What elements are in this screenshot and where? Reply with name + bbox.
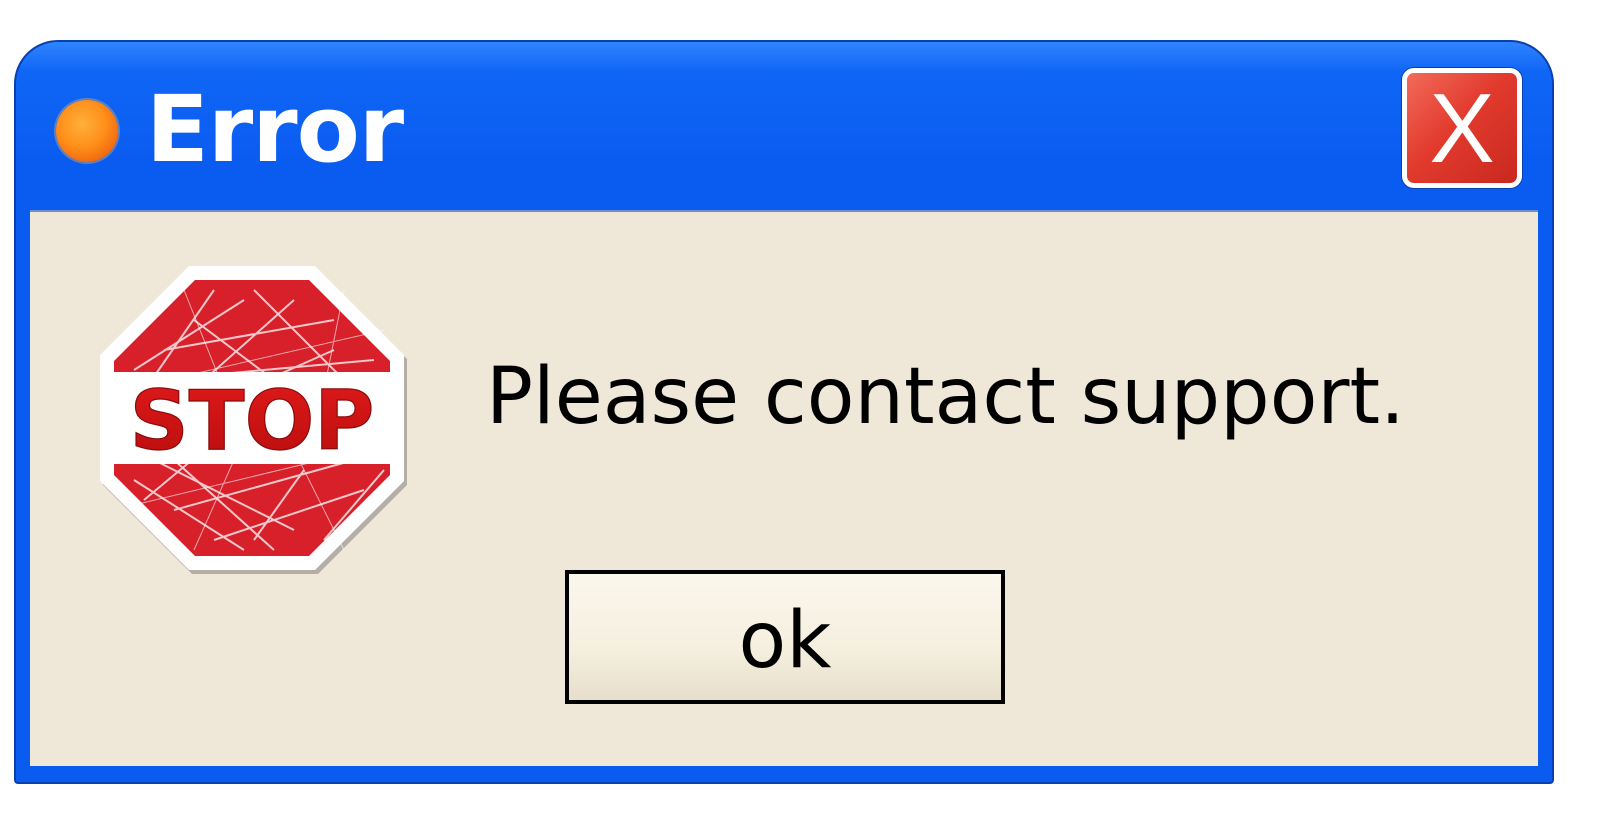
- close-button[interactable]: X: [1402, 68, 1522, 188]
- stop-sign-text: STOP: [130, 374, 375, 469]
- error-message: Please contact support.: [486, 352, 1405, 442]
- window-title: Error: [146, 76, 404, 183]
- error-dialog-window: Error X STOP Please contact support. ok: [14, 40, 1554, 784]
- stop-sign-icon: STOP: [100, 266, 407, 574]
- orange-circle-icon: [56, 100, 118, 162]
- close-x-icon: X: [1429, 73, 1495, 183]
- dialog-body: STOP Please contact support. ok: [30, 210, 1538, 766]
- title-bar[interactable]: Error X: [16, 42, 1552, 210]
- ok-button-label: ok: [738, 596, 832, 686]
- ok-button[interactable]: ok: [565, 570, 1005, 704]
